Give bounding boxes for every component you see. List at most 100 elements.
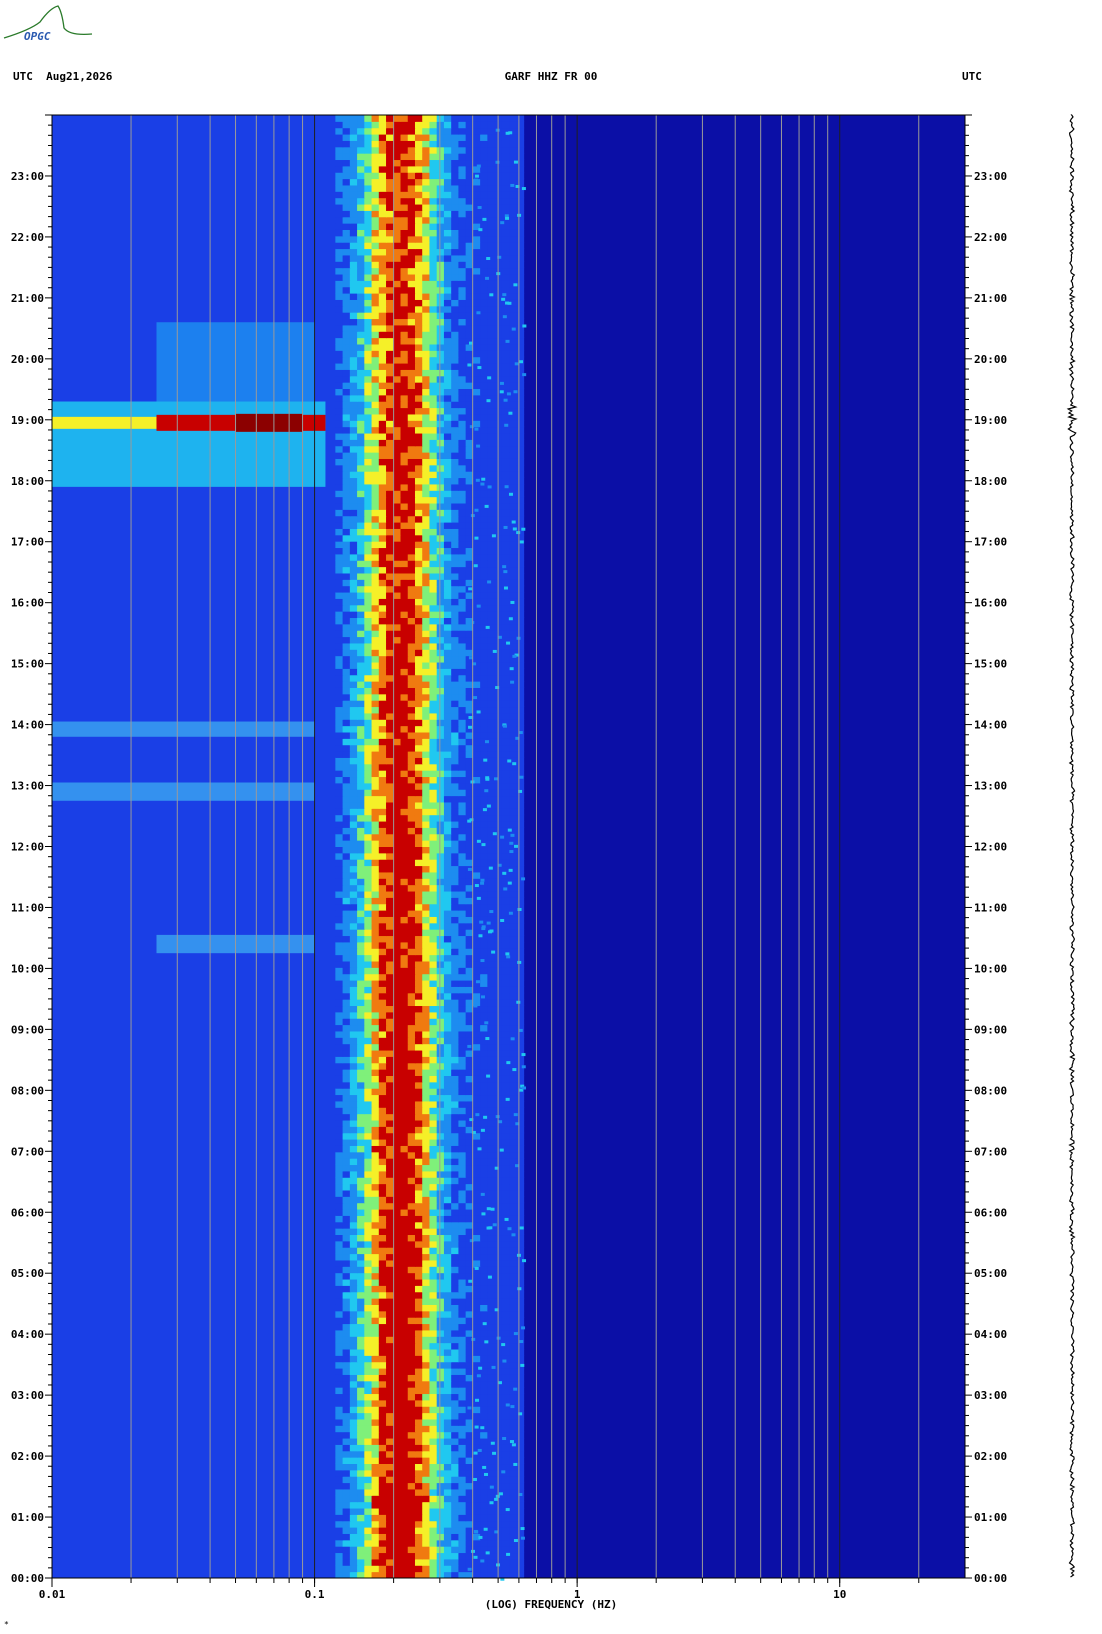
heatmap-cell <box>451 865 460 873</box>
heatmap-cell <box>509 1253 517 1261</box>
heatmap-cell <box>342 394 351 402</box>
heatmap-cell <box>371 1438 380 1445</box>
heatmap-cell <box>349 846 358 854</box>
heatmap-cell <box>458 1164 467 1172</box>
heatmap-cell <box>357 1075 365 1083</box>
heatmap-cell <box>509 477 517 485</box>
heatmap-cell <box>342 503 351 510</box>
heatmap-cell <box>407 1457 416 1465</box>
heatmap-cell <box>393 1393 402 1401</box>
heatmap-cell <box>400 1558 409 1566</box>
heatmap-cell <box>422 560 431 568</box>
heatmap-cell <box>422 1469 431 1477</box>
heatmap-cell <box>407 891 416 898</box>
heatmap-cell <box>516 1380 525 1388</box>
heatmap-cell <box>480 630 488 638</box>
heatmap-cell <box>386 725 394 733</box>
heatmap-cell <box>414 763 423 771</box>
heatmap-cell <box>429 1558 438 1566</box>
heatmap-cell <box>487 1539 496 1547</box>
heatmap-cell <box>451 1425 460 1433</box>
heatmap-cell <box>400 1011 409 1019</box>
heatmap-cell <box>509 1011 517 1019</box>
heatmap-cell <box>357 1107 365 1115</box>
heatmap-cell <box>458 572 467 580</box>
heatmap-cell <box>349 897 358 905</box>
heatmap-cell <box>335 871 344 879</box>
heatmap-cell <box>386 1266 394 1274</box>
heatmap-cell <box>364 871 373 879</box>
heatmap-cell <box>335 471 344 479</box>
heatmap-cell <box>436 1126 445 1134</box>
heatmap-cell <box>386 394 394 402</box>
heatmap-cell <box>443 1406 452 1414</box>
heatmap-cell <box>349 1387 358 1395</box>
heatmap-cell <box>386 1418 394 1426</box>
heatmap-cell <box>501 623 510 631</box>
heatmap-cell <box>516 1368 525 1375</box>
heatmap-cell <box>393 884 402 892</box>
heatmap-cell <box>386 515 394 523</box>
heatmap-cell <box>400 878 409 886</box>
heatmap-cell <box>436 528 445 536</box>
heatmap-cell <box>407 1018 416 1026</box>
heatmap-cell <box>335 1164 344 1172</box>
heatmap-cell <box>400 1412 409 1420</box>
heatmap-cell <box>422 814 431 822</box>
heatmap-cell <box>393 840 402 847</box>
heatmap-cell <box>335 878 344 886</box>
heatmap-cell <box>422 1520 431 1528</box>
heatmap-cell <box>472 1209 481 1216</box>
heatmap-cell <box>357 503 365 510</box>
heatmap-cell <box>386 1151 394 1159</box>
heatmap-cell <box>371 1317 380 1325</box>
heatmap-cell <box>393 503 402 510</box>
heatmap-cell <box>371 1247 380 1255</box>
heatmap-cell <box>386 1571 394 1579</box>
heatmap-cell <box>357 566 365 574</box>
heatmap-cell <box>393 1272 402 1280</box>
heatmap-cell <box>371 1196 380 1204</box>
heatmap-cell <box>371 960 380 968</box>
heatmap-cell <box>357 973 365 981</box>
heatmap-cell <box>393 941 402 949</box>
heatmap-cell <box>458 604 467 612</box>
heatmap-cell <box>407 1565 416 1573</box>
heatmap-cell <box>501 604 510 612</box>
heatmap-cell <box>509 642 517 650</box>
heatmap-cell <box>393 891 402 898</box>
heatmap-cell <box>414 1279 423 1286</box>
heatmap-cell <box>357 458 365 466</box>
heatmap-cell <box>407 1005 416 1013</box>
heatmap-cell <box>436 1011 445 1019</box>
heatmap-cell <box>393 1374 402 1382</box>
heatmap-cell <box>357 1056 365 1064</box>
heatmap-cell <box>487 986 496 994</box>
heatmap-cell <box>335 1126 344 1134</box>
heatmap-cell <box>451 1304 460 1312</box>
heatmap-cell <box>407 1272 416 1280</box>
heatmap-cell <box>458 598 467 606</box>
heatmap-cell <box>386 439 394 447</box>
heatmap-cell <box>335 1380 344 1388</box>
heatmap-cell <box>436 948 445 956</box>
heatmap-cell <box>364 674 373 682</box>
heatmap-cell <box>357 1037 365 1045</box>
heatmap-cell <box>364 1438 373 1445</box>
heatmap-cell <box>371 1336 380 1344</box>
heatmap-cell <box>349 1170 358 1178</box>
heatmap-cell <box>472 1120 481 1127</box>
heatmap-cell <box>436 471 445 479</box>
heatmap-cell <box>414 515 423 523</box>
heatmap-cell <box>386 649 394 657</box>
heatmap-cell <box>407 579 416 587</box>
heatmap-cell <box>501 1482 510 1490</box>
heatmap-cell <box>436 490 445 498</box>
heatmap-cell <box>458 1469 467 1477</box>
heatmap-cell <box>451 1145 460 1153</box>
heatmap-cell <box>458 541 467 549</box>
heatmap-cell <box>407 547 416 555</box>
heatmap-cell <box>501 1476 510 1484</box>
heatmap-cell <box>509 700 517 708</box>
heatmap-cell <box>509 954 517 962</box>
